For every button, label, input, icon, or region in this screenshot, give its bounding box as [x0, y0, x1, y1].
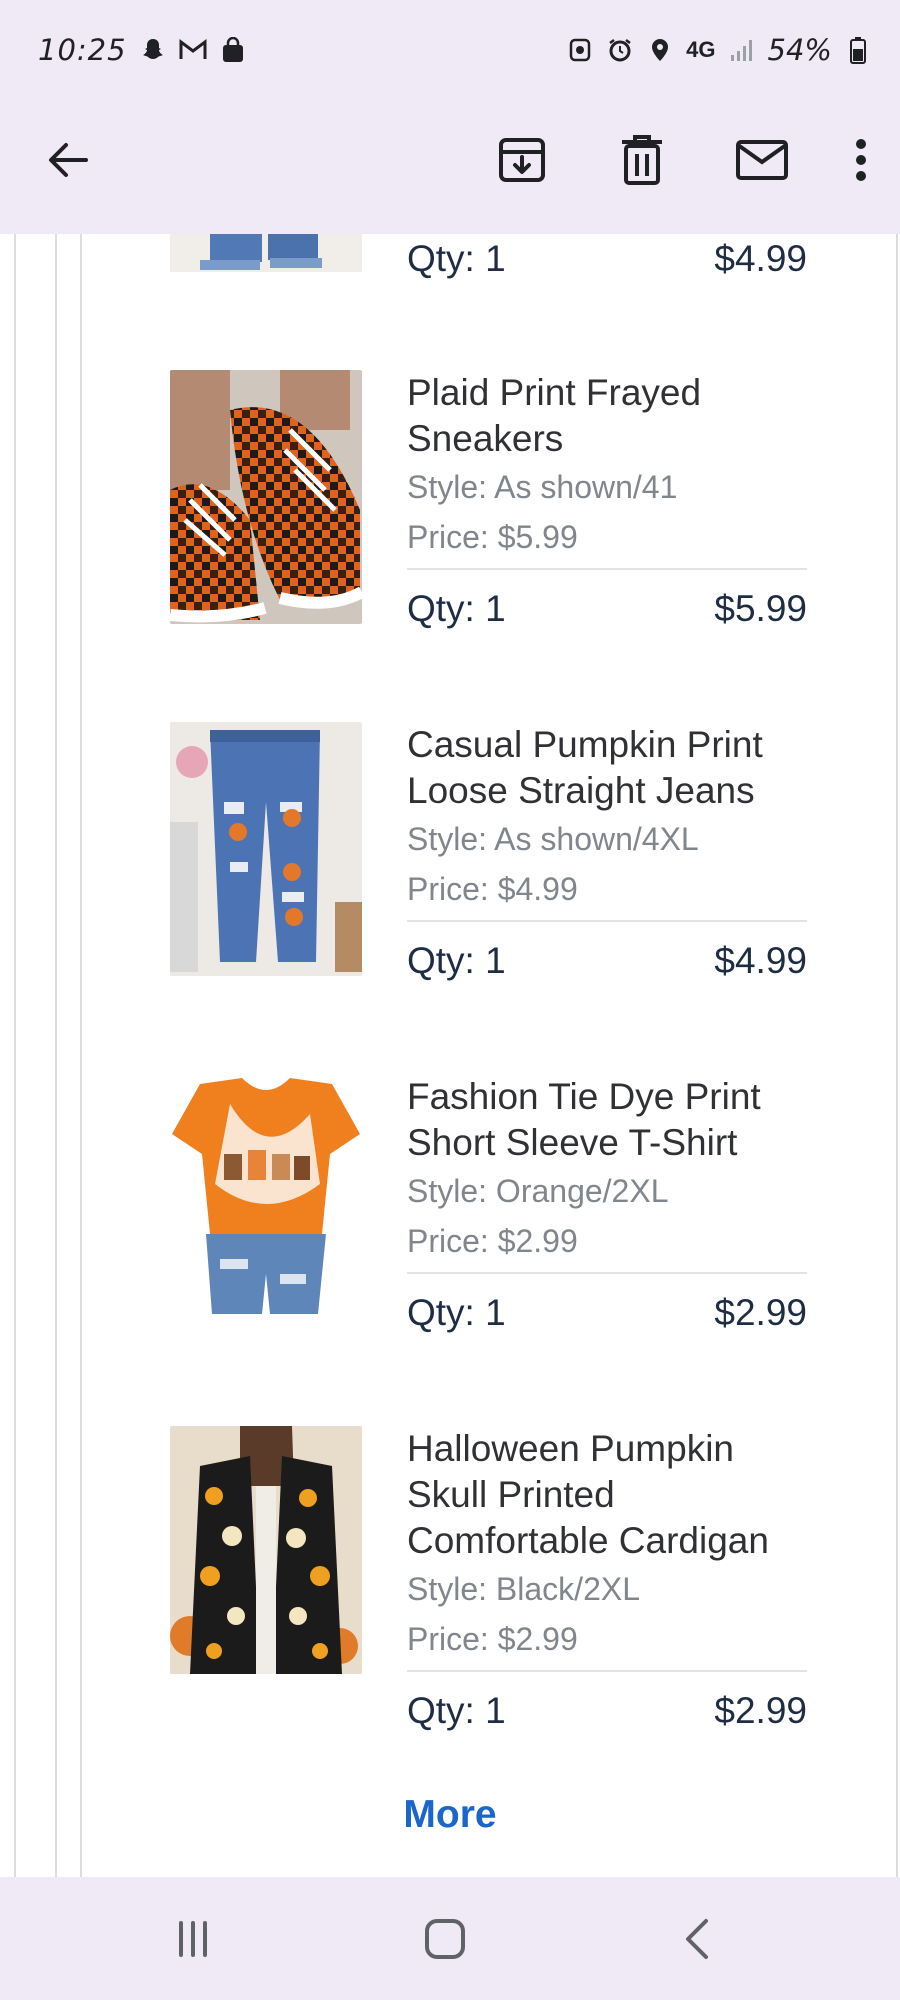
back-icon[interactable]: [667, 1915, 727, 1963]
divider: [407, 568, 807, 570]
item-title[interactable]: Plaid Print Frayed Sneakers: [407, 370, 807, 462]
more-vert-icon[interactable]: [836, 124, 886, 196]
item-info: Casual Pumpkin Print Loose Straight Jean…: [407, 722, 807, 986]
mark-unread-icon[interactable]: [726, 124, 798, 196]
shopping-bag-icon: [219, 36, 247, 64]
item-total: $4.99: [714, 238, 807, 279]
item-qty: Qty: 1: [407, 238, 506, 279]
network-type: 4G: [686, 37, 716, 62]
item-total: $5.99: [714, 588, 807, 629]
item-qty: Qty: 1: [407, 1690, 506, 1731]
product-image-jeans[interactable]: [170, 722, 362, 976]
product-image-tshirt[interactable]: [170, 1074, 362, 1328]
snapchat-icon: [139, 36, 167, 64]
status-bar: 10:25 4G 54%: [0, 0, 900, 100]
item-price: Price: $2.99: [407, 1621, 578, 1657]
delete-icon[interactable]: [606, 124, 678, 196]
product-image-jeans[interactable]: [170, 234, 362, 272]
product-image-cardigan[interactable]: [170, 1426, 362, 1674]
email-toolbar: [0, 100, 900, 234]
qty-row: Qty: 1 $2.99: [407, 1686, 807, 1736]
qty-row: Qty: 1 $4.99: [407, 936, 807, 986]
qty-row: Qty: 1 $5.99: [407, 584, 807, 634]
location-icon: [646, 36, 674, 64]
thread-rail: [55, 234, 57, 1877]
thread-rail: [80, 234, 82, 1877]
item-total: $2.99: [714, 1292, 807, 1333]
item-style: Style: Black/2XL: [407, 1571, 640, 1607]
signal-icon: [728, 36, 756, 64]
status-right: 4G 54%: [566, 33, 872, 67]
system-nav-bar: [0, 1877, 900, 2000]
home-icon[interactable]: [415, 1915, 475, 1963]
item-info: Fashion Tie Dye Print Short Sleeve T-Shi…: [407, 1074, 807, 1338]
divider: [407, 1670, 807, 1672]
qty-row: Qty: 1 $4.99: [407, 234, 807, 284]
more-link[interactable]: More: [0, 1793, 900, 1837]
thread-rail: [896, 234, 898, 1877]
status-left: 10:25: [38, 33, 247, 67]
back-arrow-icon[interactable]: [36, 128, 100, 192]
battery-percent: 54%: [767, 33, 832, 67]
item-style: Style: As shown/41: [407, 469, 678, 505]
divider: [407, 920, 807, 922]
item-price: Price: $4.99: [407, 871, 578, 907]
item-style: Style: As shown/4XL: [407, 821, 699, 857]
nfc-icon: [566, 36, 594, 64]
item-total: $2.99: [714, 1690, 807, 1731]
archive-icon[interactable]: [486, 124, 558, 196]
item-title[interactable]: Fashion Tie Dye Print Short Sleeve T-Shi…: [407, 1074, 807, 1166]
item-qty: Qty: 1: [407, 1292, 506, 1333]
gmail-icon: [179, 36, 207, 64]
battery-icon: [844, 36, 872, 64]
item-info: Plaid Print Frayed Sneakers Style: As sh…: [407, 370, 807, 634]
item-style: Style: Orange/2XL: [407, 1173, 669, 1209]
item-info: Halloween Pumpkin Skull Printed Comforta…: [407, 1426, 807, 1736]
thread-rail: [14, 234, 16, 1877]
item-price: Price: $2.99: [407, 1223, 578, 1259]
divider: [407, 1272, 807, 1274]
item-price: Price: $5.99: [407, 519, 578, 555]
item-qty: Qty: 1: [407, 940, 506, 981]
status-time: 10:25: [38, 33, 127, 67]
email-body[interactable]: Qty: 1 $4.99 Plaid Print Frayed Sneakers…: [0, 234, 900, 1877]
qty-row: Qty: 1 $2.99: [407, 1288, 807, 1338]
item-qty: Qty: 1: [407, 588, 506, 629]
item-title[interactable]: Halloween Pumpkin Skull Printed Comforta…: [407, 1426, 807, 1564]
toolbar-actions: [438, 124, 886, 196]
recent-apps-icon[interactable]: [163, 1915, 223, 1963]
item-total: $4.99: [714, 940, 807, 981]
product-image-sneakers[interactable]: [170, 370, 362, 624]
alarm-icon: [606, 36, 634, 64]
item-title[interactable]: Casual Pumpkin Print Loose Straight Jean…: [407, 722, 807, 814]
